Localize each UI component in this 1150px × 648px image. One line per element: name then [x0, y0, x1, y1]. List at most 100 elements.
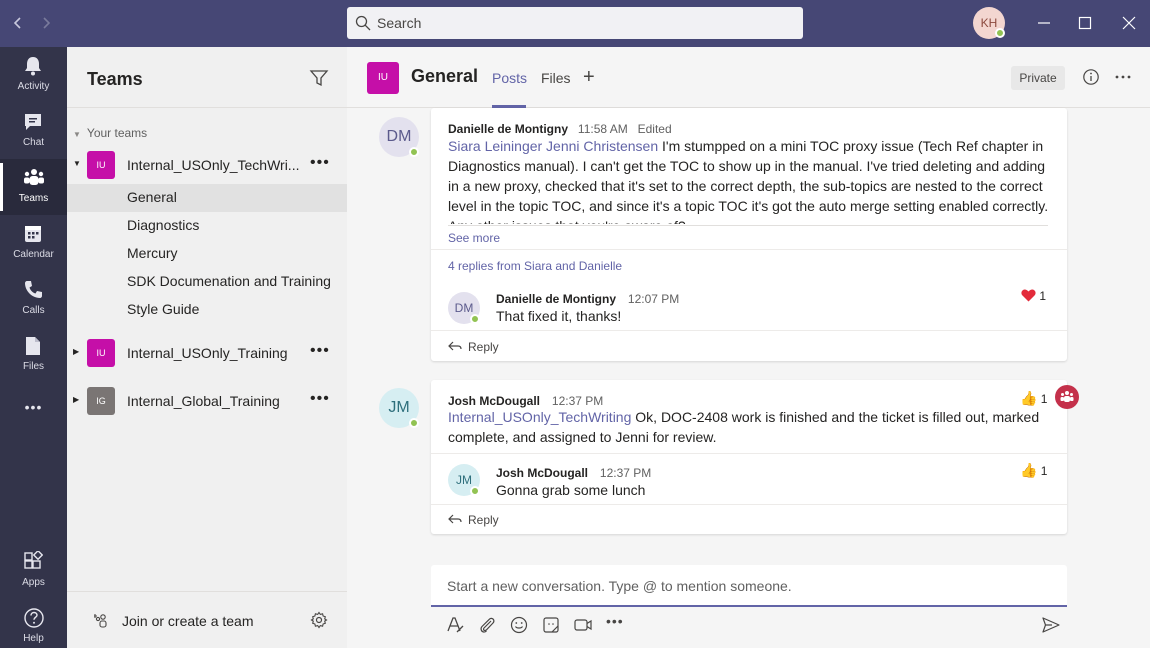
avatar-initials: JM [456, 473, 472, 487]
join-or-create-team-button[interactable]: Join or create a team [67, 607, 347, 635]
team-row[interactable]: ▶ IG Internal_Global_Training ••• [67, 382, 347, 422]
gear-icon[interactable] [310, 611, 328, 629]
team-mention-badge [1055, 385, 1079, 409]
team-avatar: IU [87, 339, 115, 367]
thumbs-up-icon: 👍 [1020, 390, 1038, 406]
info-icon[interactable] [1082, 68, 1100, 86]
team-name: Internal_USOnly_TechWri... [127, 157, 300, 173]
emoji-icon[interactable] [509, 615, 529, 635]
channel-title: General [411, 66, 479, 86]
user-avatar[interactable]: KH [973, 7, 1005, 39]
attach-icon[interactable] [477, 615, 497, 635]
mention-link[interactable]: Siara Leininger Jenni Christensen [448, 138, 658, 154]
avatar-initials: DM [454, 301, 474, 315]
divider [448, 225, 1048, 226]
channel-label: General [127, 189, 177, 205]
reaction-like[interactable]: 👍 1 [1020, 462, 1047, 479]
reply-button[interactable]: Reply [448, 340, 499, 354]
team-row[interactable]: ▶ IU Internal_USOnly_Training ••• [67, 334, 347, 374]
rail-item-teams[interactable]: Teams [0, 159, 67, 215]
team-avatar: IG [87, 387, 115, 415]
more-options-icon[interactable]: ••• [606, 613, 624, 629]
your-teams-section[interactable]: ▼ Your teams [73, 126, 147, 140]
more-icon: ••• [24, 399, 43, 415]
channel-item-general[interactable]: General [67, 184, 347, 212]
tab-files[interactable]: Files [541, 70, 571, 86]
channel-item-sdk[interactable]: SDK Documenation and Training [67, 268, 347, 296]
message-time: 11:58 AM [577, 122, 628, 136]
rail-item-calendar[interactable]: Calendar [0, 215, 67, 271]
team-avatar: IU [87, 151, 115, 179]
filter-icon[interactable] [309, 68, 329, 91]
avatar-initials: DM [386, 128, 412, 145]
reaction-heart[interactable]: 1 [1021, 289, 1046, 303]
message-author[interactable]: Danielle de Montigny [448, 122, 568, 136]
rail-item-calls[interactable]: Calls [0, 271, 67, 327]
avatar[interactable]: DM [379, 117, 419, 157]
mention-link[interactable]: Internal_USOnly_TechWriting [448, 409, 631, 425]
giphy-icon[interactable] [541, 615, 561, 635]
more-options-icon[interactable]: ••• [310, 390, 329, 408]
file-icon [26, 337, 40, 355]
presence-available-icon [470, 486, 480, 496]
team-name: Internal_USOnly_Training [127, 345, 288, 361]
rail-item-chat[interactable]: Chat [0, 103, 67, 159]
new-conversation-input[interactable]: Start a new conversation. Type @ to ment… [431, 565, 1067, 607]
send-icon[interactable] [1041, 615, 1061, 635]
add-tab-button[interactable]: + [583, 66, 595, 89]
phone-icon [25, 281, 42, 298]
reply-text: That fixed it, thanks! [496, 308, 622, 324]
divider [431, 453, 1067, 454]
message-body: Internal_USOnly_TechWriting Ok, DOC-2408… [448, 407, 1053, 447]
rail-label-chat: Chat [22, 137, 45, 148]
search-input[interactable]: Search [347, 7, 803, 39]
divider [67, 591, 347, 592]
team-row[interactable]: ▼ IU Internal_USOnly_TechWri... ••• [67, 146, 347, 186]
rail-item-files[interactable]: Files [0, 327, 67, 383]
avatar[interactable]: JM [448, 464, 480, 496]
teams-panel-title: Teams [87, 69, 143, 89]
channel-item-diagnostics[interactable]: Diagnostics [67, 212, 347, 240]
replies-summary-link[interactable]: 4 replies from Siara and Danielle [448, 259, 622, 273]
more-apps-button[interactable]: ••• [0, 395, 67, 427]
reply-author[interactable]: Josh McDougall [496, 466, 588, 480]
reply-time: 12:37 PM [599, 466, 652, 480]
rail-item-help[interactable]: Help [0, 599, 67, 648]
more-options-icon[interactable] [1114, 68, 1132, 86]
minimize-icon[interactable] [1033, 12, 1055, 34]
more-options-icon[interactable]: ••• [310, 342, 329, 360]
channel-item-style-guide[interactable]: Style Guide [67, 296, 347, 324]
rail-label-calls: Calls [22, 305, 45, 316]
reaction-count: 1 [1039, 289, 1047, 303]
rail-label-files: Files [22, 361, 45, 372]
forward-arrow-icon[interactable] [36, 12, 56, 34]
reply-button[interactable]: Reply [448, 513, 499, 527]
rail-label-activity: Activity [17, 81, 50, 92]
message-card: Josh McDougall 12:37 PM 👍 1 Internal_USO… [431, 380, 1067, 534]
back-arrow-icon[interactable] [8, 12, 28, 34]
heart-icon [1021, 289, 1036, 302]
format-icon[interactable] [445, 615, 465, 635]
teams-panel: Teams ▼ Your teams ▼ IU Internal_USOnly_T… [67, 47, 347, 648]
maximize-icon[interactable] [1074, 12, 1096, 34]
chat-icon [25, 114, 41, 130]
reply-author[interactable]: Danielle de Montigny [496, 292, 616, 306]
avatar[interactable]: JM [379, 388, 419, 428]
rail-item-apps[interactable]: Apps [0, 543, 67, 599]
search-placeholder: Search [377, 15, 422, 31]
rail-item-activity[interactable]: Activity [0, 47, 67, 103]
reply-label: Reply [468, 513, 499, 527]
channel-item-mercury[interactable]: Mercury [67, 240, 347, 268]
see-more-link[interactable]: See more [448, 231, 500, 245]
rail-label-teams: Teams [18, 193, 49, 204]
meet-now-icon[interactable] [573, 615, 593, 635]
tab-posts[interactable]: Posts [492, 70, 527, 86]
avatar[interactable]: DM [448, 292, 480, 324]
message-card: Danielle de Montigny 11:58 AM Edited Sia… [431, 108, 1067, 361]
close-icon[interactable] [1118, 12, 1140, 34]
message-author[interactable]: Josh McDougall [448, 394, 540, 408]
thumbs-up-icon: 👍 [1020, 462, 1038, 478]
reaction-like[interactable]: 👍 1 [1020, 390, 1047, 407]
more-options-icon[interactable]: ••• [310, 154, 329, 172]
caret-right-icon: ▶ [73, 395, 80, 404]
